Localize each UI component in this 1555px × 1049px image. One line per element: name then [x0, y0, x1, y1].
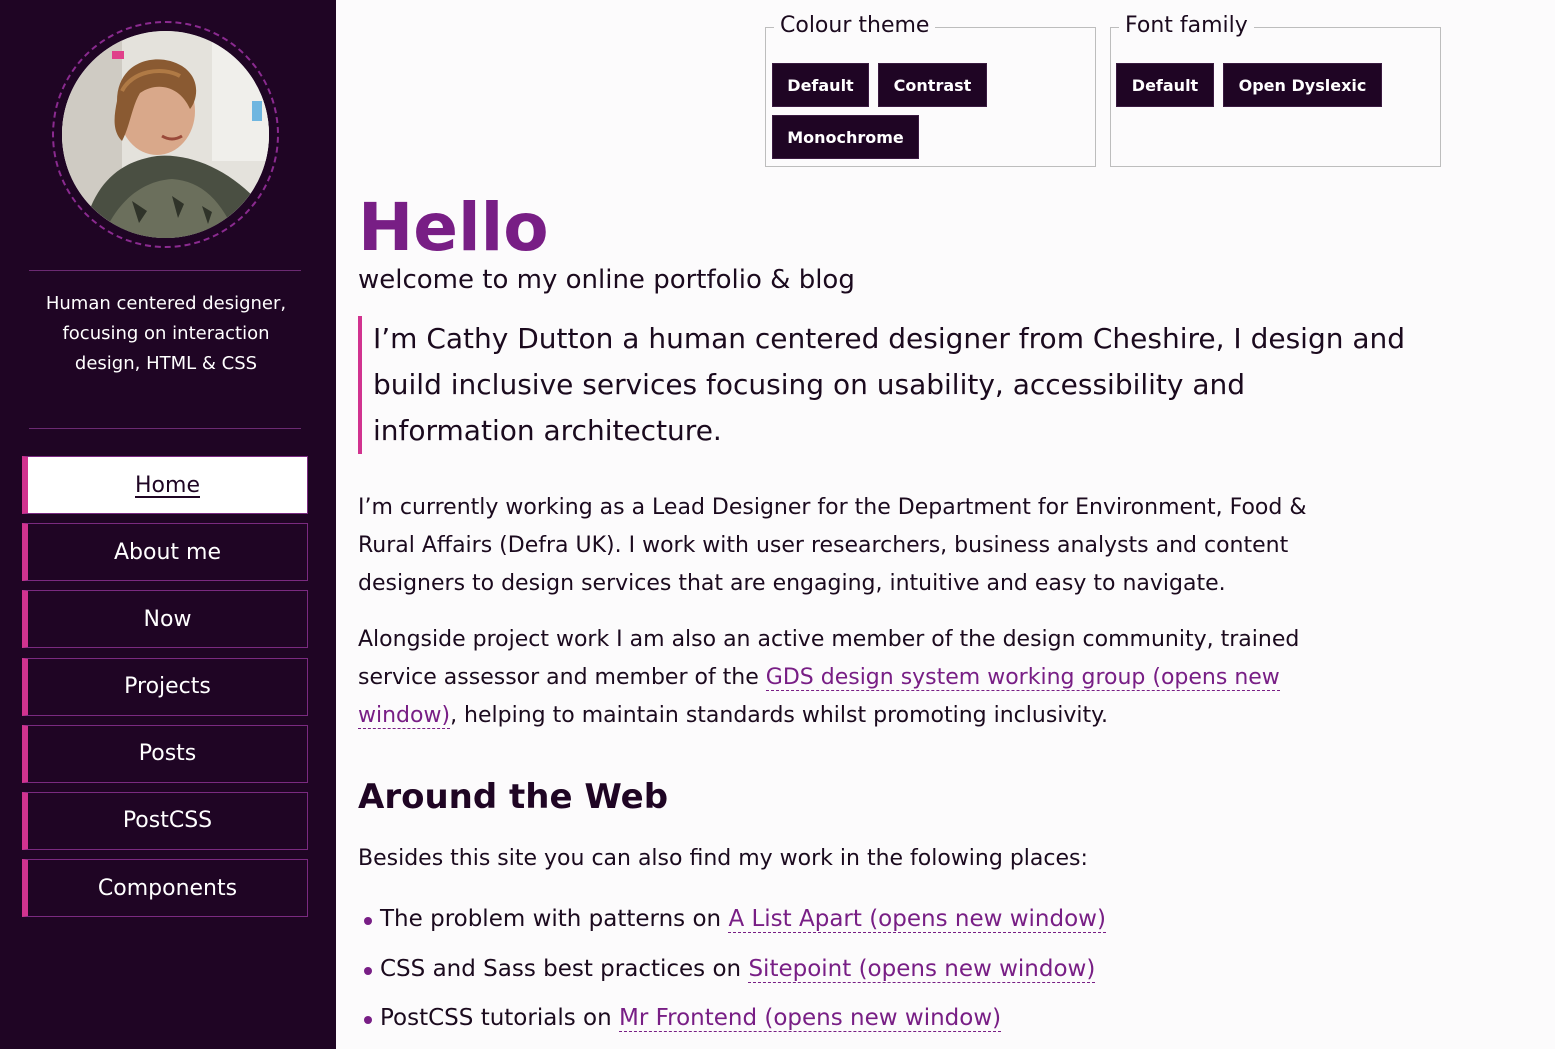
sidebar: Human centered designer, focusing on int… — [0, 0, 336, 1049]
mr-frontend-link[interactable]: Mr Frontend (opens new window) — [618, 1005, 1002, 1032]
bullet-icon — [364, 1016, 372, 1024]
avatar-frame — [52, 21, 279, 248]
nav-item-label: Projects — [124, 674, 211, 700]
avatar — [62, 31, 269, 238]
external-links-list: The problem with patterns on A List Apar… — [362, 899, 1106, 1048]
section-heading: Around the Web — [358, 777, 669, 817]
font-open-dyslexic-button[interactable]: Open Dyslexic — [1223, 63, 1382, 107]
list-item-text: The problem with patterns on — [380, 906, 729, 932]
list-item: The problem with patterns on A List Apar… — [362, 899, 1106, 949]
font-family-legend: Font family — [1119, 13, 1254, 39]
bullet-icon — [364, 966, 372, 975]
font-family-fieldset: Font family Default Open Dyslexic — [1110, 13, 1441, 167]
nav-item-label: About me — [113, 539, 221, 565]
a-list-apart-link[interactable]: A List Apart (opens new window) — [728, 906, 1106, 933]
sitepoint-link[interactable]: Sitepoint (opens new window) — [748, 955, 1096, 983]
colour-theme-legend: Colour theme — [774, 13, 936, 39]
main-nav: Home About me Now Projects Posts PostCSS… — [22, 456, 308, 926]
nav-item-projects[interactable]: Projects — [22, 657, 308, 716]
avatar-photo — [62, 31, 269, 238]
nav-item-postcss[interactable]: PostCSS — [22, 791, 308, 850]
paragraph-community: Alongside project work I am also an acti… — [358, 621, 1368, 735]
intro-quote: I’m Cathy Dutton a human centered design… — [358, 316, 1408, 454]
page-subtitle: welcome to my online portfolio & blog — [358, 265, 855, 295]
list-item: CSS and Sass best practices on Sitepoint… — [362, 949, 1106, 999]
section-intro: Besides this site you can also find my w… — [358, 846, 1088, 871]
nav-item-home[interactable]: Home — [22, 456, 308, 514]
nav-item-components[interactable]: Components — [22, 859, 308, 918]
theme-default-button[interactable]: Default — [772, 63, 869, 107]
nav-item-label: Posts — [138, 741, 197, 767]
nav-item-label: PostCSS — [122, 808, 213, 834]
theme-monochrome-button[interactable]: Monochrome — [772, 115, 919, 159]
list-item-text: PostCSS tutorials on — [380, 1005, 619, 1031]
nav-item-posts[interactable]: Posts — [22, 724, 308, 783]
divider — [29, 270, 301, 271]
font-default-button[interactable]: Default — [1116, 63, 1214, 107]
colour-theme-fieldset: Colour theme Default Contrast Monochrome — [765, 13, 1096, 167]
paragraph-role: I’m currently working as a Lead Designer… — [358, 495, 1307, 596]
nav-item-about-me[interactable]: About me — [22, 523, 308, 582]
paragraph-text: , helping to maintain standards whilst p… — [450, 703, 1109, 728]
nav-item-label: Components — [97, 875, 238, 901]
bullet-icon — [364, 917, 372, 925]
divider — [29, 428, 301, 429]
nav-item-now[interactable]: Now — [22, 590, 308, 649]
theme-contrast-button[interactable]: Contrast — [878, 63, 987, 107]
page-title: Hello — [358, 189, 549, 266]
nav-item-label: Home — [135, 472, 200, 498]
tagline: Human centered designer, focusing on int… — [45, 293, 287, 374]
list-item-text: CSS and Sass best practices on — [380, 955, 749, 982]
list-item: PostCSS tutorials on Mr Frontend (opens … — [362, 998, 1106, 1048]
nav-item-label: Now — [143, 606, 192, 632]
